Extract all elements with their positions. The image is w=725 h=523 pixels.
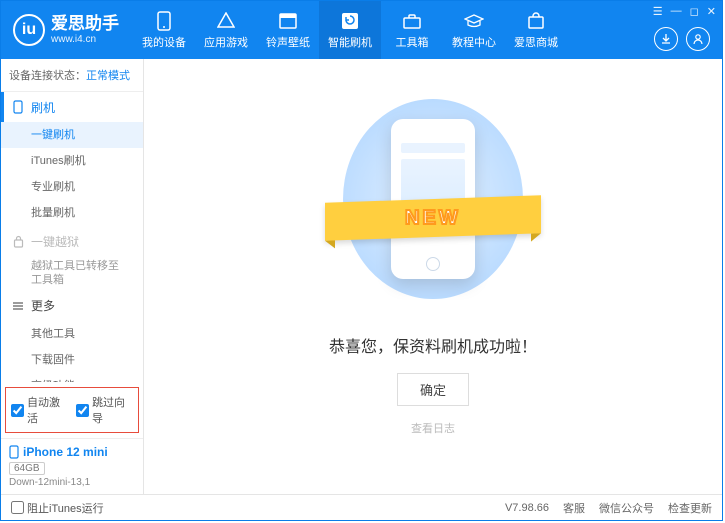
check-update-link[interactable]: 检查更新	[668, 500, 712, 516]
sidebar-cat-flash[interactable]: 刷机	[1, 92, 143, 122]
checkbox-label: 自动激活	[27, 394, 68, 426]
nav-my-device[interactable]: 我的设备	[133, 1, 195, 59]
brand: iu 爱思助手 www.i4.cn	[13, 14, 119, 46]
lock-icon	[11, 234, 25, 248]
device-meta: Down-12mini-13,1	[9, 477, 135, 488]
wallpaper-icon	[278, 11, 298, 31]
device-storage: 64GB	[9, 462, 45, 475]
brand-url: www.i4.cn	[51, 34, 119, 45]
version-label: V7.98.66	[505, 502, 549, 514]
ribbon-text: NEW	[405, 207, 461, 230]
logo-icon: iu	[13, 14, 45, 46]
body: 设备连接状态：正常模式 刷机 一键刷机 iTunes刷机 专业刷机 批量刷机 一…	[1, 59, 722, 494]
success-illustration: NEW	[343, 99, 523, 299]
nav-label: 爱思商城	[514, 34, 558, 50]
sidebar-item-advanced[interactable]: 高级功能	[1, 373, 143, 382]
phone-icon	[9, 445, 19, 459]
ok-button[interactable]: 确定	[397, 373, 469, 406]
tutorial-icon	[464, 11, 484, 31]
success-message: 恭喜您，保资料刷机成功啦！	[329, 333, 537, 357]
sidebar-cat-jailbreak[interactable]: 一键越狱	[1, 226, 143, 256]
sidebar-jailbreak-info: 越狱工具已转移至 工具箱	[1, 256, 143, 291]
checkbox-label: 跳过向导	[92, 394, 133, 426]
nav-smart-flash[interactable]: 智能刷机	[319, 1, 381, 59]
sidebar-cat-more[interactable]: 更多	[1, 291, 143, 321]
skip-guide-input[interactable]	[76, 404, 89, 417]
nav-label: 应用游戏	[204, 34, 248, 50]
main-content: NEW 恭喜您，保资料刷机成功啦！ 确定 查看日志	[144, 59, 722, 494]
apps-icon	[216, 11, 236, 31]
flash-options-box: 自动激活 跳过向导	[5, 387, 139, 433]
status-mode: 正常模式	[86, 70, 130, 82]
auto-activate-checkbox[interactable]: 自动激活	[11, 394, 68, 426]
nav-label: 铃声壁纸	[266, 34, 310, 50]
sidebar-item-oneclick-flash[interactable]: 一键刷机	[1, 122, 143, 148]
block-itunes-input[interactable]	[11, 501, 24, 514]
customer-service-link[interactable]: 客服	[563, 500, 585, 516]
maximize-icon[interactable]: ◻	[690, 5, 699, 18]
store-icon	[526, 11, 546, 31]
auto-activate-input[interactable]	[11, 404, 24, 417]
view-log-link[interactable]: 查看日志	[411, 420, 455, 436]
sidebar-item-itunes-flash[interactable]: iTunes刷机	[1, 148, 143, 174]
nav-label: 我的设备	[142, 34, 186, 50]
nav-label: 智能刷机	[328, 34, 372, 50]
app-window: iu 爱思助手 www.i4.cn 我的设备 应用游戏 铃声壁纸 智能刷机	[0, 0, 723, 521]
nav-label: 工具箱	[396, 34, 429, 50]
menu-icon[interactable]: ☰	[653, 5, 663, 18]
connection-status: 设备连接状态：正常模式	[1, 59, 143, 92]
phone-icon	[11, 100, 25, 114]
toolbox-icon	[402, 11, 422, 31]
device-name: iPhone 12 mini	[9, 445, 135, 459]
cat-label: 更多	[31, 297, 55, 314]
user-icon[interactable]	[686, 27, 710, 51]
cat-label: 刷机	[31, 99, 55, 116]
nav-ringtones[interactable]: 铃声壁纸	[257, 1, 319, 59]
sidebar-item-batch-flash[interactable]: 批量刷机	[1, 200, 143, 226]
refresh-icon	[340, 11, 360, 31]
block-itunes-checkbox[interactable]: 阻止iTunes运行	[11, 500, 104, 516]
wechat-link[interactable]: 微信公众号	[599, 500, 654, 516]
nav-toolbox[interactable]: 工具箱	[381, 1, 443, 59]
device-info[interactable]: iPhone 12 mini 64GB Down-12mini-13,1	[1, 438, 143, 494]
checkbox-label: 阻止iTunes运行	[27, 500, 104, 516]
sidebar-item-download-firmware[interactable]: 下载固件	[1, 347, 143, 373]
brand-name: 爱思助手	[51, 15, 119, 34]
minimize-icon[interactable]: —	[671, 5, 682, 18]
nav-apps[interactable]: 应用游戏	[195, 1, 257, 59]
nav-store[interactable]: 爱思商城	[505, 1, 567, 59]
skip-guide-checkbox[interactable]: 跳过向导	[76, 394, 133, 426]
status-label: 设备连接状态：	[9, 70, 86, 82]
sidebar: 设备连接状态：正常模式 刷机 一键刷机 iTunes刷机 专业刷机 批量刷机 一…	[1, 59, 144, 494]
window-controls: ☰ — ◻ ✕	[653, 5, 716, 18]
new-ribbon: NEW	[325, 195, 541, 241]
nav-label: 教程中心	[452, 34, 496, 50]
sidebar-item-other-tools[interactable]: 其他工具	[1, 321, 143, 347]
sidebar-item-pro-flash[interactable]: 专业刷机	[1, 174, 143, 200]
download-icon[interactable]	[654, 27, 678, 51]
close-icon[interactable]: ✕	[707, 5, 716, 18]
phone-icon	[154, 11, 174, 31]
top-nav: 我的设备 应用游戏 铃声壁纸 智能刷机 工具箱 教程中心	[133, 1, 567, 59]
title-actions	[654, 27, 710, 51]
more-icon	[11, 299, 25, 313]
status-bar: 阻止iTunes运行 V7.98.66 客服 微信公众号 检查更新	[1, 494, 722, 520]
nav-tutorials[interactable]: 教程中心	[443, 1, 505, 59]
title-bar: iu 爱思助手 www.i4.cn 我的设备 应用游戏 铃声壁纸 智能刷机	[1, 1, 722, 59]
cat-label: 一键越狱	[31, 233, 79, 250]
